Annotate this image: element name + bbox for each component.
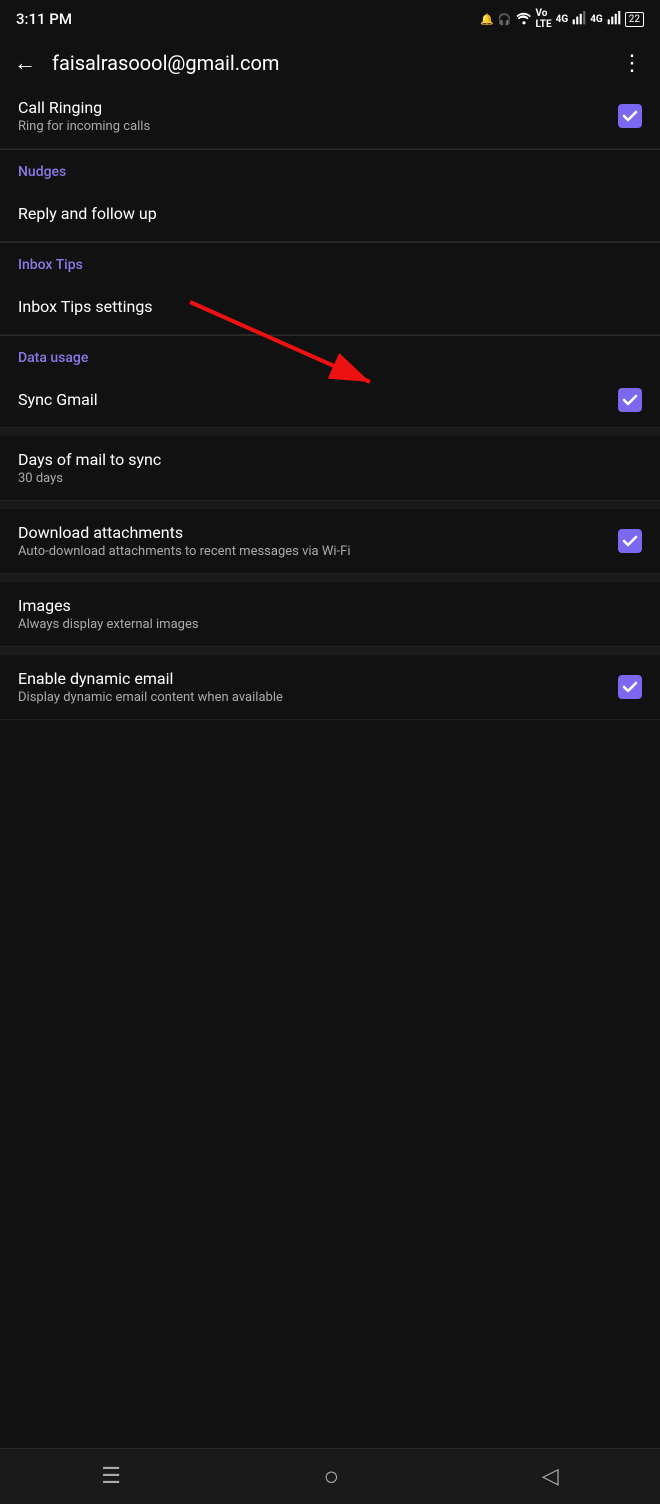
thick-divider-3 [0, 574, 660, 582]
sync-gmail-title: Sync Gmail [18, 390, 618, 409]
download-attachments-item[interactable]: Download attachments Auto-download attac… [0, 509, 660, 574]
days-mail-sync-item[interactable]: Days of mail to sync 30 days [0, 436, 660, 501]
back-button[interactable]: ← [10, 46, 40, 80]
sync-gmail-checkbox[interactable] [618, 388, 642, 412]
call-ringing-item[interactable]: Call Ringing Ring for incoming calls [0, 90, 660, 149]
enable-dynamic-email-item[interactable]: Enable dynamic email Display dynamic ema… [0, 655, 660, 720]
thick-divider-4 [0, 647, 660, 655]
bottom-padding [0, 720, 660, 790]
header: ← faisalrasoool@gmail.com ⋮ [0, 36, 660, 90]
thick-divider-1 [0, 428, 660, 436]
download-attachments-title: Download attachments [18, 523, 618, 542]
nav-bar: ☰ ○ ◁ [0, 1448, 660, 1504]
enable-dynamic-email-subtitle: Display dynamic email content when avail… [18, 690, 618, 705]
enable-dynamic-email-checkbox[interactable] [618, 675, 642, 699]
settings-container: Call Ringing Ring for incoming calls Nud… [0, 90, 660, 720]
signal-icon-2 [607, 11, 621, 28]
vo-lte-icon: VoLTE [536, 8, 552, 30]
nudges-section-header: Nudges [0, 150, 660, 186]
status-bar: 3:11 PM 🔔 🎧 VoLTE 4G 4G [0, 0, 660, 36]
images-title: Images [18, 596, 642, 615]
days-mail-sync-subtitle: 30 days [18, 471, 642, 486]
nav-back-button[interactable]: ◁ [542, 1464, 559, 1489]
signal-icon-1 [572, 11, 586, 28]
days-mail-sync-title: Days of mail to sync [18, 450, 642, 469]
call-ringing-title: Call Ringing [18, 98, 618, 117]
headphone-icon: 🎧 [498, 13, 512, 26]
4g-icon-1: 4G [556, 14, 569, 25]
wifi-icon [516, 11, 532, 28]
thick-divider-2 [0, 501, 660, 509]
nav-hamburger-button[interactable]: ☰ [101, 1464, 121, 1489]
call-ringing-subtitle: Ring for incoming calls [18, 119, 618, 134]
status-time: 3:11 PM [16, 10, 72, 28]
reply-followup-item[interactable]: Reply and follow up [0, 186, 660, 242]
inbox-tips-settings-item[interactable]: Inbox Tips settings [0, 279, 660, 335]
inbox-tips-section-header: Inbox Tips [0, 243, 660, 279]
more-options-button[interactable]: ⋮ [621, 51, 644, 76]
battery-icon: 22 [625, 12, 644, 27]
images-item[interactable]: Images Always display external images [0, 582, 660, 647]
images-subtitle: Always display external images [18, 617, 642, 632]
call-ringing-checkbox[interactable] [618, 104, 642, 128]
inbox-tips-settings-title: Inbox Tips settings [18, 297, 642, 316]
4g-icon-2: 4G [590, 14, 603, 25]
download-attachments-subtitle: Auto-download attachments to recent mess… [18, 544, 618, 559]
header-title: faisalrasoool@gmail.com [52, 51, 609, 75]
enable-dynamic-email-title: Enable dynamic email [18, 669, 618, 688]
sync-gmail-item[interactable]: Sync Gmail [0, 372, 660, 428]
nav-home-button[interactable]: ○ [324, 1461, 340, 1492]
alarm-icon: 🔔 [480, 13, 494, 26]
reply-followup-title: Reply and follow up [18, 204, 642, 223]
status-icons: 🔔 🎧 VoLTE 4G 4G 22 [480, 8, 644, 30]
data-usage-section-header: Data usage [0, 336, 660, 372]
download-attachments-checkbox[interactable] [618, 529, 642, 553]
